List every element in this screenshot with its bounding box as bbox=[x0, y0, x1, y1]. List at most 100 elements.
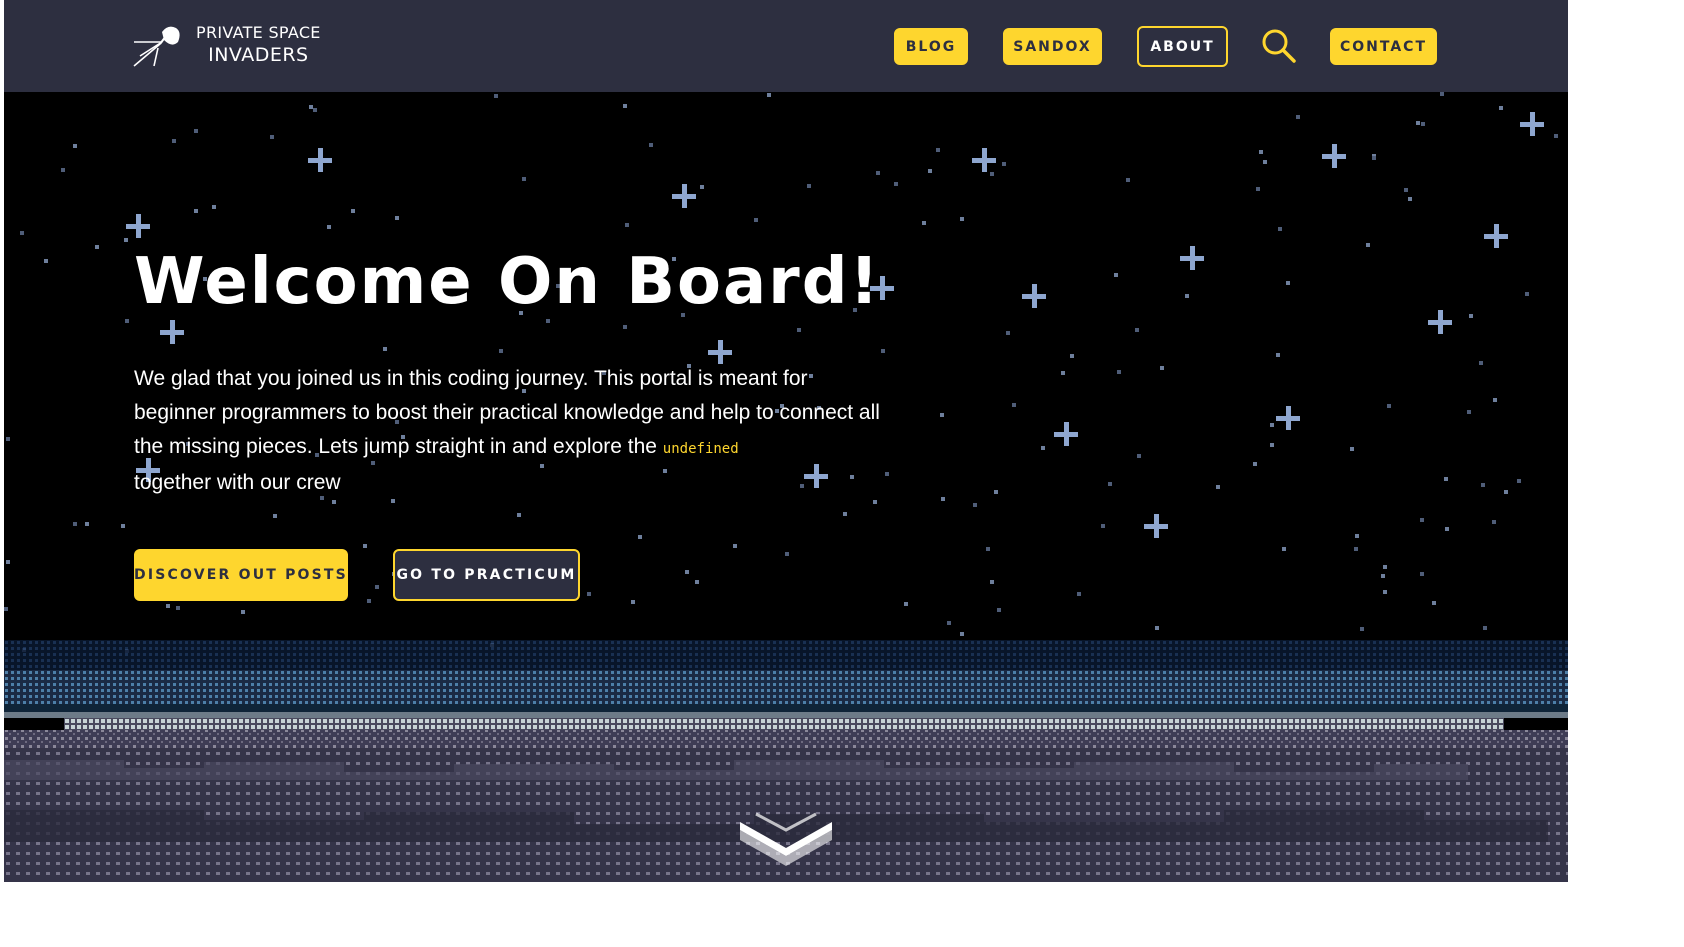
star-dot bbox=[85, 522, 89, 526]
star-dot bbox=[894, 182, 898, 186]
star-dot bbox=[631, 600, 635, 604]
star-dot bbox=[990, 172, 994, 176]
star-dot bbox=[1444, 477, 1448, 481]
star-dot bbox=[928, 169, 932, 173]
star-dot bbox=[960, 632, 964, 636]
star-dot bbox=[587, 592, 591, 596]
star-dot bbox=[997, 608, 1001, 612]
chevron-down-icon[interactable] bbox=[736, 808, 836, 870]
star-dot bbox=[327, 225, 331, 229]
star-dot bbox=[1420, 518, 1424, 522]
star-dot bbox=[1101, 524, 1105, 528]
star-dot bbox=[1270, 443, 1274, 447]
star-dot bbox=[990, 580, 994, 584]
star-dot bbox=[1002, 162, 1006, 166]
star-cross bbox=[1520, 112, 1544, 136]
star-dot bbox=[960, 217, 964, 221]
star-cross bbox=[1022, 284, 1046, 308]
star-cross bbox=[1484, 224, 1508, 248]
nav-contact-button[interactable]: CONTACT bbox=[1330, 28, 1437, 65]
star-dot bbox=[44, 259, 48, 263]
brand-logo[interactable]: PRIVATE SPACE INVADERS bbox=[132, 22, 321, 68]
star-dot bbox=[625, 223, 629, 227]
star-dot bbox=[1077, 592, 1081, 596]
star-dot bbox=[1366, 243, 1370, 247]
star-dot bbox=[873, 500, 877, 504]
star-cross bbox=[708, 340, 732, 364]
star-dot bbox=[212, 205, 216, 209]
star-dot bbox=[1012, 403, 1016, 407]
star-dot bbox=[95, 245, 99, 249]
star-dot bbox=[1479, 361, 1483, 365]
star-dot bbox=[904, 602, 908, 606]
star-cross bbox=[1144, 514, 1168, 538]
hero-code-word: undefined bbox=[662, 441, 739, 457]
star-dot bbox=[73, 144, 77, 148]
star-dot bbox=[638, 535, 642, 539]
star-dot bbox=[623, 325, 627, 329]
hero-description: We glad that you joined us in this codin… bbox=[134, 362, 894, 500]
star-dot bbox=[700, 185, 704, 189]
star-dot bbox=[1554, 134, 1558, 138]
star-dot bbox=[623, 104, 627, 108]
star-dot bbox=[1525, 292, 1529, 296]
star-dot bbox=[1276, 353, 1280, 357]
star-dot bbox=[121, 524, 125, 528]
star-dot bbox=[1296, 115, 1300, 119]
discover-posts-button[interactable]: DISCOVER OUT POSTS bbox=[134, 549, 348, 601]
star-dot bbox=[1117, 370, 1121, 374]
nav-sandbox-button[interactable]: SANDOX bbox=[1003, 28, 1102, 65]
star-dot bbox=[6, 560, 10, 564]
star-dot bbox=[383, 347, 387, 351]
star-dot bbox=[754, 218, 758, 222]
star-dot bbox=[1070, 354, 1074, 358]
star-dot bbox=[1360, 627, 1364, 631]
star-dot bbox=[1383, 565, 1387, 569]
star-dot bbox=[1259, 150, 1263, 154]
star-dot bbox=[1445, 527, 1449, 531]
top-navigation: PRIVATE SPACE INVADERS BLOG SANDOX ABOUT… bbox=[4, 0, 1568, 92]
star-dot bbox=[685, 570, 689, 574]
star-dot bbox=[1137, 454, 1141, 458]
star-dot bbox=[1061, 371, 1065, 375]
nav-blog-button[interactable]: BLOG bbox=[894, 28, 968, 65]
brand-name-line2: INVADERS bbox=[208, 44, 309, 66]
star-dot bbox=[499, 349, 503, 353]
star-cross bbox=[1054, 422, 1078, 446]
star-dot bbox=[1387, 404, 1391, 408]
star-dot bbox=[1126, 178, 1130, 182]
star-dot bbox=[1483, 626, 1487, 630]
star-dot bbox=[313, 108, 317, 112]
star-dot bbox=[176, 606, 180, 610]
star-dot bbox=[1432, 601, 1436, 605]
star-dot bbox=[1372, 156, 1376, 160]
star-dot bbox=[881, 349, 885, 353]
star-dot bbox=[1420, 572, 1424, 576]
star-dot bbox=[367, 599, 371, 603]
star-dot bbox=[4, 607, 8, 611]
star-dot bbox=[807, 184, 811, 188]
star-dot bbox=[125, 319, 129, 323]
star-dot bbox=[1216, 485, 1220, 489]
star-dot bbox=[194, 209, 198, 213]
star-dot bbox=[1350, 447, 1354, 451]
star-dot bbox=[124, 238, 128, 242]
go-to-practicum-button[interactable]: GO TO PRACTICUM bbox=[393, 549, 580, 601]
star-dot bbox=[1421, 122, 1425, 126]
star-cross bbox=[1276, 406, 1300, 430]
star-cross bbox=[126, 214, 150, 238]
star-dot bbox=[936, 148, 940, 152]
search-icon[interactable] bbox=[1261, 28, 1297, 64]
star-dot bbox=[1278, 227, 1282, 231]
star-dot bbox=[1467, 410, 1471, 414]
nav-about-button[interactable]: ABOUT bbox=[1137, 26, 1228, 67]
star-dot bbox=[1404, 188, 1408, 192]
star-dot bbox=[273, 514, 277, 518]
star-dot bbox=[1256, 187, 1260, 191]
star-dot bbox=[973, 503, 977, 507]
star-dot bbox=[241, 610, 245, 614]
star-dot bbox=[1383, 590, 1387, 594]
star-dot bbox=[1499, 106, 1503, 110]
star-dot bbox=[363, 544, 367, 548]
star-dot bbox=[1408, 197, 1412, 201]
